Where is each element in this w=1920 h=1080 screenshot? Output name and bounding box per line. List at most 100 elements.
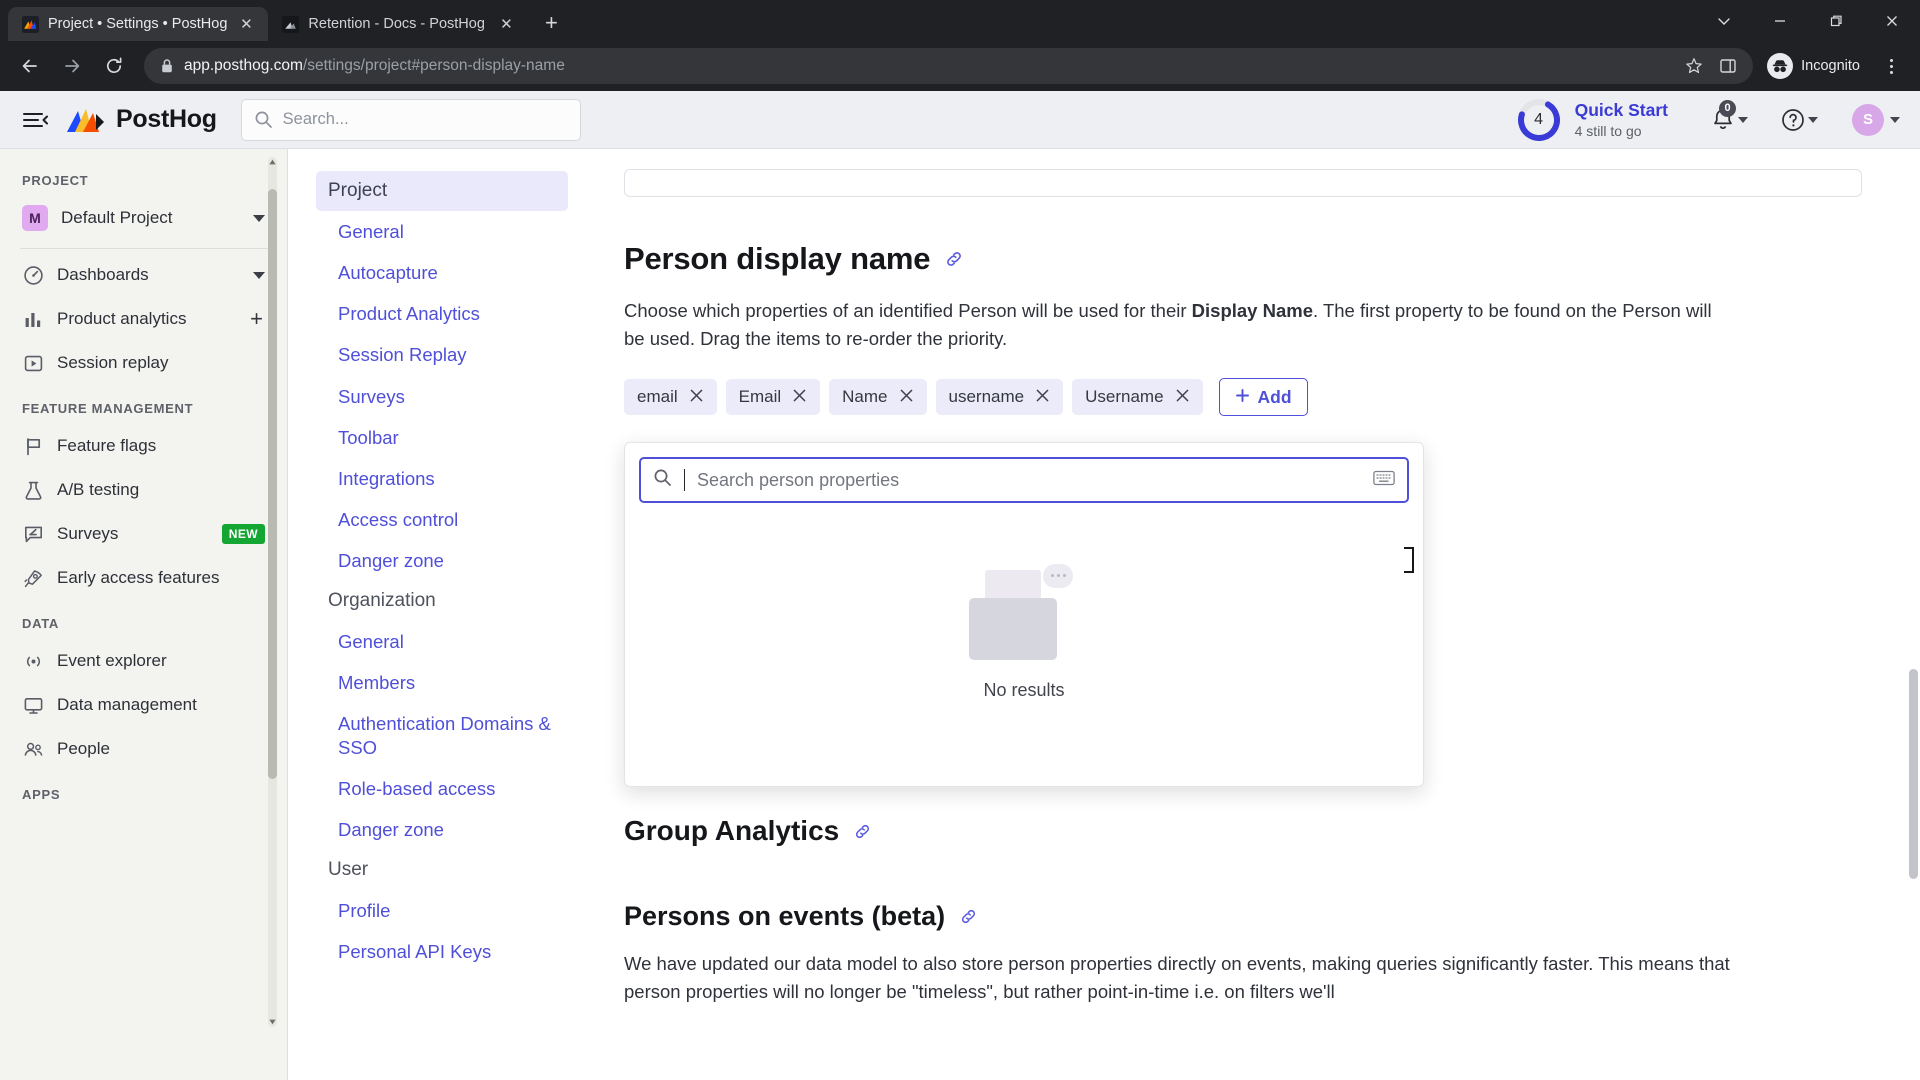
browser-menu-icon[interactable] xyxy=(1874,49,1908,83)
notifications-button[interactable]: 0 xyxy=(1708,99,1750,137)
address-host: app.posthog.com xyxy=(184,57,303,74)
property-tag[interactable]: username xyxy=(935,379,1064,416)
sidebar-scrollbar[interactable] xyxy=(268,157,277,1027)
quick-start-button[interactable]: 4 Quick Start 4 still to go xyxy=(1515,96,1668,144)
remove-tag-icon[interactable] xyxy=(689,388,704,406)
nav-section-project-label: Project xyxy=(22,173,89,188)
empty-box-icon xyxy=(969,563,1079,660)
sidebar-item-early-access-features[interactable]: Early access features xyxy=(18,556,273,600)
plus-icon[interactable]: + xyxy=(248,308,265,330)
scrollbar-thumb[interactable] xyxy=(268,189,277,779)
sidebar-item-product-analytics[interactable]: Product analytics + xyxy=(18,297,273,341)
previous-setting-card xyxy=(624,169,1862,197)
settings-link-members[interactable]: Members xyxy=(316,662,568,703)
close-tab-icon[interactable]: ✕ xyxy=(496,14,516,34)
sidebar-item-session-replay[interactable]: Session replay xyxy=(18,341,273,385)
settings-link-product-analytics[interactable]: Product Analytics xyxy=(316,293,568,334)
property-search-input[interactable]: Search person properties xyxy=(639,457,1409,503)
close-tab-icon[interactable]: ✕ xyxy=(236,14,256,34)
settings-link-access-control[interactable]: Access control xyxy=(316,499,568,540)
remove-tag-icon[interactable] xyxy=(899,388,914,406)
add-property-button[interactable]: Add xyxy=(1218,378,1308,417)
settings-link-general[interactable]: General xyxy=(316,211,568,252)
tab-search-icon[interactable] xyxy=(1696,0,1752,41)
settings-link-integrations[interactable]: Integrations xyxy=(316,458,568,499)
settings-link-session-replay[interactable]: Session Replay xyxy=(316,334,568,375)
browser-chrome: Project • Settings • PostHog ✕ Retention… xyxy=(0,0,1920,91)
keyboard-icon[interactable] xyxy=(1373,470,1395,491)
status-badge: NEW xyxy=(221,524,265,544)
browser-tab-inactive[interactable]: Retention - Docs - PostHog ✕ xyxy=(268,7,528,41)
user-menu-button[interactable]: S xyxy=(1850,100,1902,140)
sidebar-item-surveys[interactable]: Surveys NEW xyxy=(18,512,273,556)
link-icon[interactable] xyxy=(959,907,978,926)
sidebar-toggle-icon[interactable] xyxy=(18,103,52,137)
sidebar-item-event-explorer[interactable]: Event explorer xyxy=(18,639,273,683)
persons-on-events-header: Persons on events (beta) xyxy=(624,901,1862,932)
link-icon[interactable] xyxy=(944,249,964,269)
settings-group-user[interactable]: User xyxy=(316,850,568,890)
settings-link-personal-api-keys[interactable]: Personal API Keys xyxy=(316,931,568,972)
sidebar-item-feature-flags[interactable]: Feature flags xyxy=(18,424,273,468)
sidebar-item-dashboards[interactable]: Dashboards xyxy=(18,253,273,297)
tab-strip: Project • Settings • PostHog ✕ Retention… xyxy=(0,0,1920,41)
sidebar-item-default-project[interactable]: M Default Project xyxy=(18,196,273,240)
text-cursor-pointer xyxy=(1404,547,1414,573)
nav-section-apps-label: Apps xyxy=(22,787,61,802)
settings-group-organization[interactable]: Organization xyxy=(316,581,568,621)
sidebar-item-people[interactable]: People xyxy=(18,727,273,771)
remove-tag-icon[interactable] xyxy=(792,388,807,406)
address-bar[interactable]: app.posthog.com/settings/project#person-… xyxy=(144,48,1754,84)
property-tag[interactable]: Name xyxy=(829,379,927,416)
settings-link-auth-domains-sso[interactable]: Authentication Domains & SSO xyxy=(316,703,568,767)
side-panel-icon[interactable] xyxy=(1713,51,1743,81)
property-tag[interactable]: email xyxy=(624,379,717,416)
maximize-icon[interactable] xyxy=(1808,0,1864,41)
incognito-profile-button[interactable]: Incognito xyxy=(1763,50,1872,82)
person-properties-dropdown: Search person properties No results xyxy=(624,442,1424,787)
page-title: Person display name xyxy=(624,241,931,276)
sidebar-item-ab-testing[interactable]: A/B testing xyxy=(18,468,273,512)
brand-name: PostHog xyxy=(116,105,217,133)
remove-tag-icon[interactable] xyxy=(1035,388,1050,406)
add-property-label: Add xyxy=(1257,386,1292,407)
posthog-logo[interactable]: PostHog xyxy=(66,105,217,135)
settings-link-profile[interactable]: Profile xyxy=(316,890,568,931)
forward-button[interactable] xyxy=(52,46,92,86)
bookmark-star-icon[interactable] xyxy=(1679,51,1709,81)
sidebar-item-data-management[interactable]: Data management xyxy=(18,683,273,727)
scroll-up-icon[interactable] xyxy=(268,157,277,167)
settings-link-surveys[interactable]: Surveys xyxy=(316,376,568,417)
sidebar-item-label: Default Project xyxy=(61,208,173,227)
new-tab-button[interactable]: + xyxy=(534,6,568,40)
browser-tab-active[interactable]: Project • Settings • PostHog ✕ xyxy=(8,7,269,41)
back-button[interactable] xyxy=(10,46,50,86)
settings-link-role-based-access[interactable]: Role-based access xyxy=(316,768,568,809)
scrollbar-thumb[interactable] xyxy=(1909,669,1918,879)
settings-link-toolbar[interactable]: Toolbar xyxy=(316,417,568,458)
sidebar-item-label: Session replay xyxy=(57,353,169,372)
settings-group-project[interactable]: Project xyxy=(316,171,568,211)
link-icon[interactable] xyxy=(853,822,872,841)
sidebar-item-label: Feature flags xyxy=(57,436,157,455)
reload-button[interactable] xyxy=(94,46,134,86)
chevron-down-icon[interactable] xyxy=(253,271,265,279)
property-tag[interactable]: Email xyxy=(725,379,821,416)
global-search-input[interactable]: Search... xyxy=(240,98,581,141)
help-button[interactable] xyxy=(1778,103,1820,137)
settings-link-danger-zone[interactable]: Danger zone xyxy=(316,540,568,581)
close-window-icon[interactable] xyxy=(1864,0,1920,41)
browser-tab-title: Project • Settings • PostHog xyxy=(48,16,228,32)
content-scrollbar[interactable] xyxy=(1909,149,1918,1080)
chevron-down-icon[interactable] xyxy=(253,214,265,222)
minimize-icon[interactable] xyxy=(1752,0,1808,41)
group-analytics-header: Group Analytics xyxy=(624,815,1862,847)
settings-link-org-general[interactable]: General xyxy=(316,621,568,662)
address-path: /settings/project#person-display-name xyxy=(302,57,565,74)
property-tag[interactable]: Username xyxy=(1072,379,1203,416)
remove-tag-icon[interactable] xyxy=(1175,388,1190,406)
settings-link-org-danger-zone[interactable]: Danger zone xyxy=(316,809,568,850)
desc-bold: Display Name xyxy=(1191,300,1313,321)
scroll-down-icon[interactable] xyxy=(268,1017,277,1027)
settings-link-autocapture[interactable]: Autocapture xyxy=(316,252,568,293)
